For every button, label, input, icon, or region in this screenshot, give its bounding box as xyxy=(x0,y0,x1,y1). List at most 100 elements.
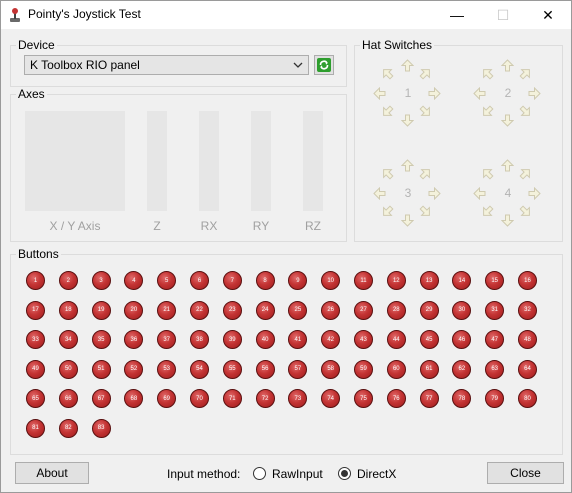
buttons-group-label: Buttons xyxy=(16,247,61,261)
arrow-down-icon xyxy=(400,214,415,227)
app-window: Pointy's Joystick Test — ☐ ✕ Device K To… xyxy=(0,0,572,493)
minimize-button[interactable]: — xyxy=(434,1,480,29)
joystick-button-49: 49 xyxy=(26,359,45,379)
minimize-icon: — xyxy=(450,7,464,23)
arrow-up-left-icon xyxy=(481,167,494,180)
joystick-button-27: 27 xyxy=(354,300,373,320)
about-button[interactable]: About xyxy=(15,462,89,484)
joystick-button-6: 6 xyxy=(190,271,209,290)
joystick-button-71: 71 xyxy=(222,389,242,408)
joystick-button-19: 19 xyxy=(91,300,111,320)
close-button-label: Close xyxy=(510,466,541,480)
joystick-button-7: 7 xyxy=(222,271,242,290)
rawinput-radio[interactable] xyxy=(253,467,266,480)
joystick-button-28: 28 xyxy=(386,300,406,320)
hat-switch-1: 1 xyxy=(373,59,443,129)
joystick-button-13: 13 xyxy=(419,271,439,290)
joystick-button-82: 82 xyxy=(58,418,78,438)
arrow-up-icon xyxy=(500,59,515,72)
joystick-button-63: 63 xyxy=(485,359,505,379)
joystick-button-11: 11 xyxy=(354,271,373,290)
joystick-button-72: 72 xyxy=(255,389,275,408)
arrow-down-right-icon xyxy=(419,205,432,218)
window-title: Pointy's Joystick Test xyxy=(28,7,141,21)
arrow-up-icon xyxy=(500,159,515,172)
axes-group-label: Axes xyxy=(16,87,47,101)
refresh-button[interactable] xyxy=(314,55,334,75)
joystick-button-39: 39 xyxy=(222,330,242,349)
about-button-label: About xyxy=(36,466,68,480)
joystick-button-54: 54 xyxy=(190,359,209,379)
joystick-button-51: 51 xyxy=(91,359,111,379)
arrow-down-icon xyxy=(500,114,515,127)
arrow-down-left-icon xyxy=(381,105,394,118)
joystick-button-77: 77 xyxy=(419,389,439,408)
joystick-button-66: 66 xyxy=(58,389,78,408)
directx-label[interactable]: DirectX xyxy=(357,467,396,481)
close-icon: ✕ xyxy=(542,6,554,23)
joystick-button-24: 24 xyxy=(255,300,275,320)
joystick-button-59: 59 xyxy=(354,359,373,379)
joystick-button-40: 40 xyxy=(255,330,275,349)
joystick-button-62: 62 xyxy=(452,359,472,379)
joystick-button-8: 8 xyxy=(255,271,275,290)
arrow-up-right-icon xyxy=(419,167,432,180)
maximize-button[interactable]: ☐ xyxy=(480,1,526,29)
joystick-button-45: 45 xyxy=(419,330,439,349)
joystick-button-18: 18 xyxy=(58,300,78,320)
title-bar: Pointy's Joystick Test — ☐ ✕ xyxy=(1,1,571,29)
arrow-down-right-icon xyxy=(519,105,532,118)
input-method-label: Input method: xyxy=(167,467,241,481)
joystick-button-60: 60 xyxy=(386,359,406,379)
joystick-button-35: 35 xyxy=(91,330,111,349)
joystick-button-31: 31 xyxy=(485,300,505,320)
joystick-button-67: 67 xyxy=(91,389,111,408)
axis-label-z: Z xyxy=(153,219,161,233)
refresh-icon xyxy=(317,58,331,72)
joystick-button-25: 25 xyxy=(288,300,308,320)
arrow-up-right-icon xyxy=(419,67,432,80)
arrow-down-right-icon xyxy=(419,105,432,118)
joystick-button-53: 53 xyxy=(157,359,177,379)
joystick-button-81: 81 xyxy=(26,418,45,438)
arrow-down-icon xyxy=(500,214,515,227)
close-button[interactable]: Close xyxy=(487,462,564,484)
joystick-button-20: 20 xyxy=(124,300,144,320)
axis-label-rz: RZ xyxy=(305,219,321,233)
directx-radio[interactable] xyxy=(338,467,351,480)
arrow-down-icon xyxy=(400,114,415,127)
z-axis-bar xyxy=(147,111,167,211)
joystick-button-23: 23 xyxy=(222,300,242,320)
joystick-button-55: 55 xyxy=(222,359,242,379)
device-select[interactable]: K Toolbox RIO panel xyxy=(24,55,309,75)
rawinput-label[interactable]: RawInput xyxy=(272,467,323,481)
arrow-up-right-icon xyxy=(519,167,532,180)
arrow-up-icon xyxy=(400,159,415,172)
hat-switch-number: 3 xyxy=(404,186,412,200)
joystick-button-50: 50 xyxy=(58,359,78,379)
joystick-button-17: 17 xyxy=(26,300,45,320)
hat-switch-4: 4 xyxy=(473,159,543,229)
joystick-button-33: 33 xyxy=(26,330,45,349)
axis-label-ry: RY xyxy=(252,219,270,233)
joystick-button-83: 83 xyxy=(91,418,111,438)
device-group-label: Device xyxy=(16,38,57,52)
arrow-up-left-icon xyxy=(481,67,494,80)
rx-axis-bar xyxy=(199,111,219,211)
maximize-icon: ☐ xyxy=(496,6,510,23)
close-window-button[interactable]: ✕ xyxy=(525,1,571,29)
hat-switches-group-label: Hat Switches xyxy=(360,38,435,52)
joystick-button-58: 58 xyxy=(321,359,341,379)
arrow-up-right-icon xyxy=(519,67,532,80)
chevron-down-icon xyxy=(291,57,305,73)
joystick-button-32: 32 xyxy=(518,300,537,320)
arrow-up-left-icon xyxy=(381,67,394,80)
ry-axis-bar xyxy=(251,111,271,211)
joystick-button-65: 65 xyxy=(26,389,45,408)
joystick-button-2: 2 xyxy=(58,271,78,290)
joystick-button-57: 57 xyxy=(288,359,308,379)
xy-axis-display xyxy=(25,111,125,211)
hat-switch-number: 4 xyxy=(504,186,512,200)
arrow-up-left-icon xyxy=(381,167,394,180)
radio-selected-dot xyxy=(341,470,348,477)
